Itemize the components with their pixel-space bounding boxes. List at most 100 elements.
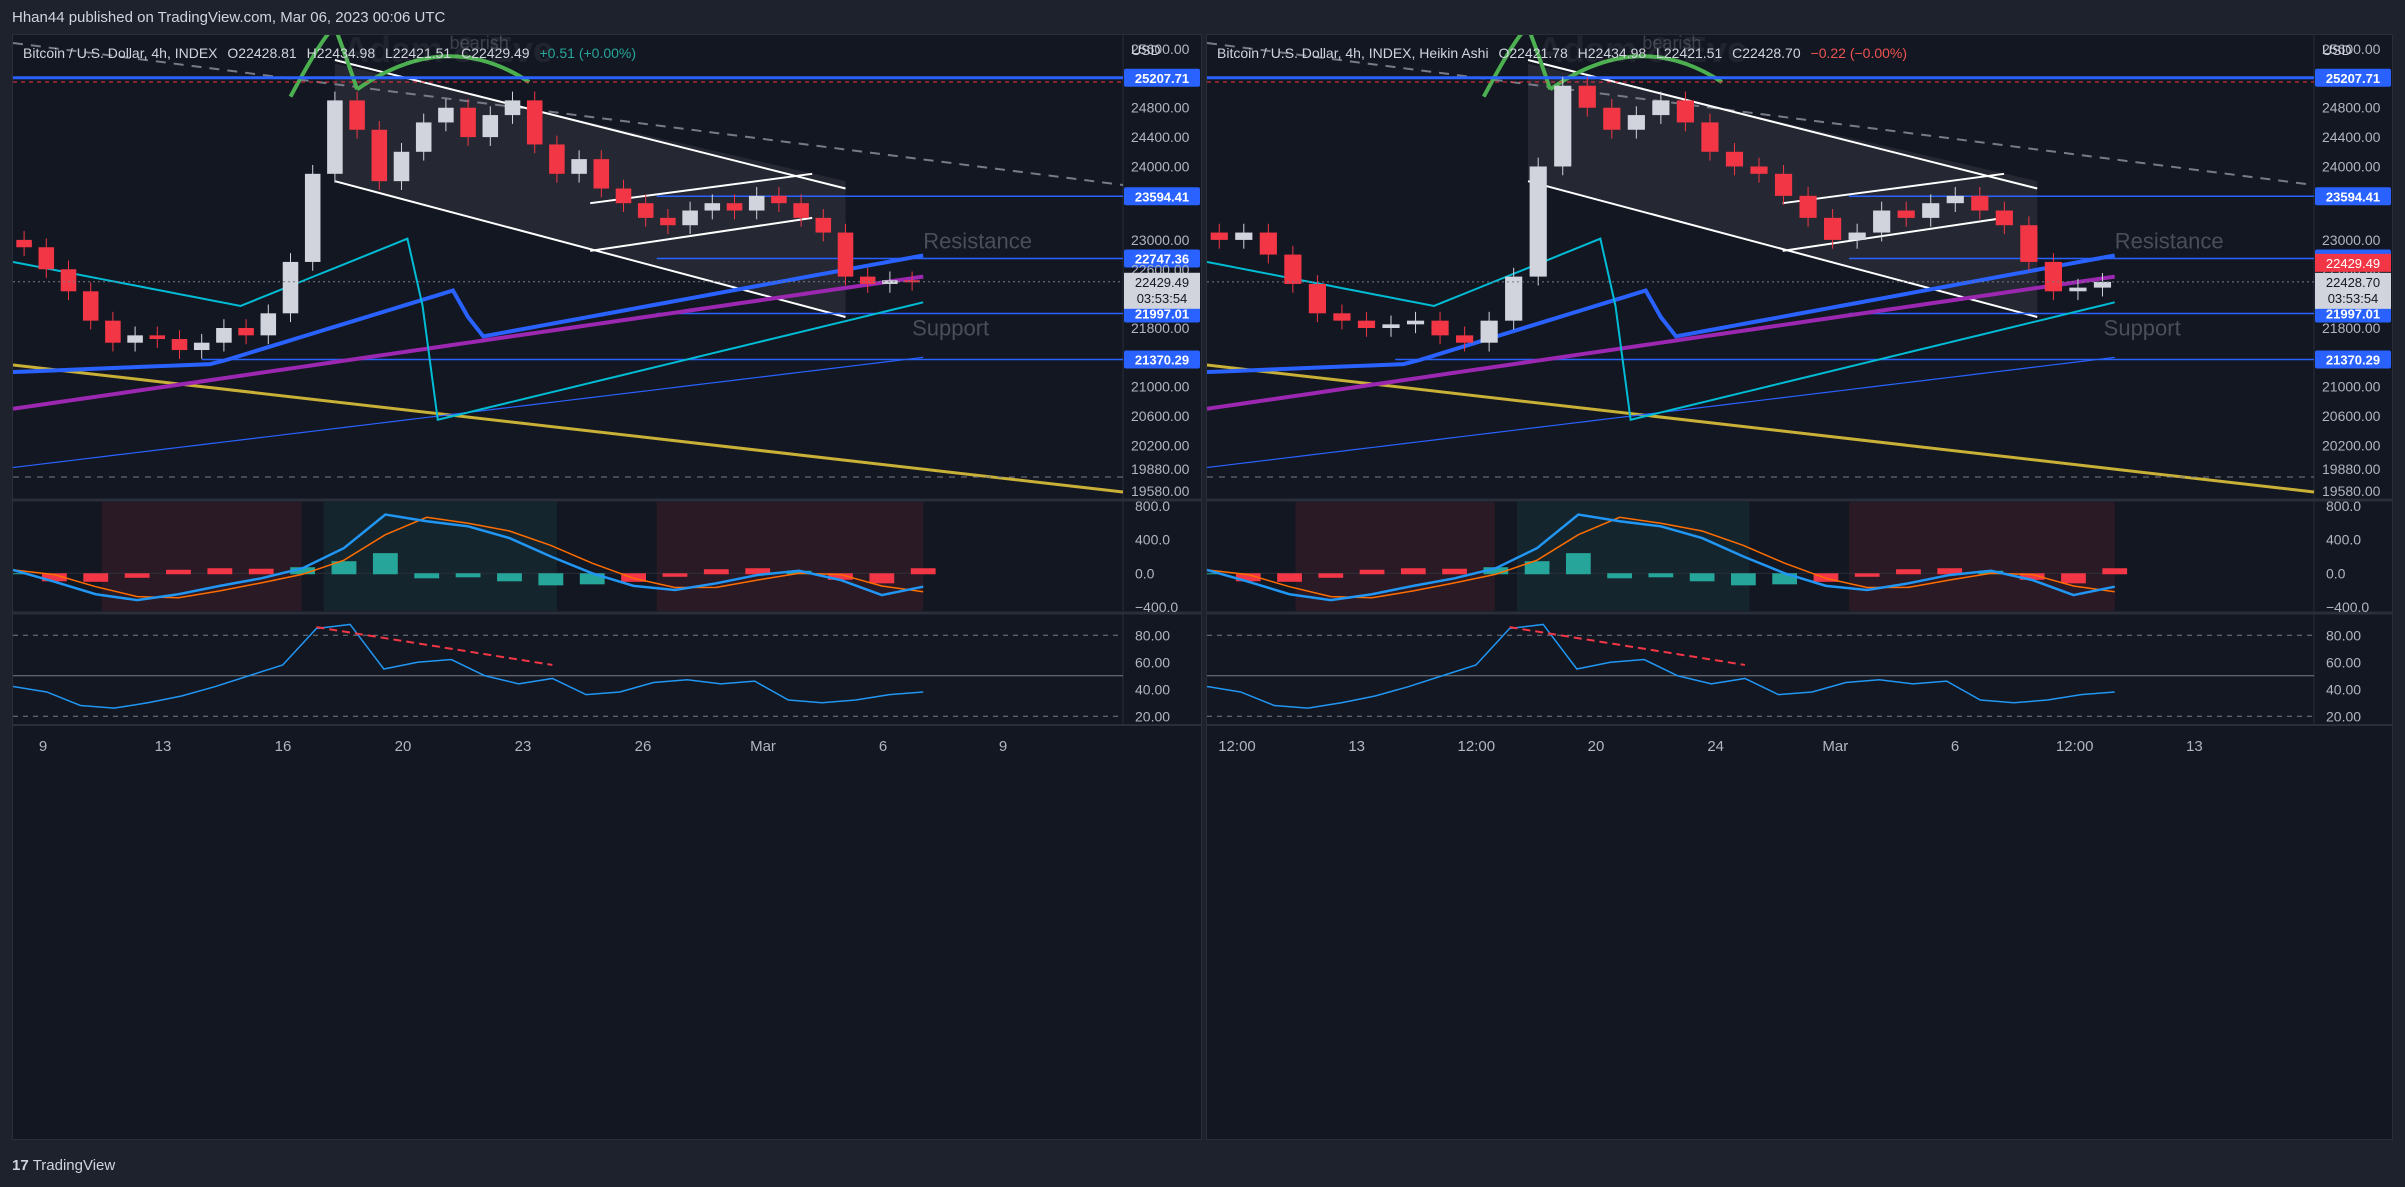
candle-body <box>1824 217 1842 240</box>
ohlc-high: H22434.98 <box>1577 45 1647 61</box>
candle-body <box>60 269 77 292</box>
candle-body <box>460 107 476 138</box>
candle-body <box>2069 287 2087 292</box>
time-tick: 13 <box>1348 738 1365 755</box>
macd-hist-bar <box>1648 573 1674 578</box>
level-tag: 25207.71 <box>1135 71 1189 86</box>
macd-hist-bar <box>166 569 191 575</box>
candle-body <box>859 276 876 284</box>
time-tick: 12:00 <box>1218 738 1256 755</box>
last-price-value: 22429.49 <box>1135 275 1189 290</box>
candle-body <box>1431 320 1449 336</box>
price-tick: 24400.00 <box>2322 129 2381 145</box>
macd-hist-bar <box>455 573 481 578</box>
price-tick: 21800.00 <box>1131 320 1190 336</box>
candle-body <box>2093 281 2112 288</box>
rsi-tick: 20.00 <box>2326 708 2361 724</box>
candle-body <box>1995 210 2013 226</box>
macd-tick: 800.0 <box>1135 498 1170 514</box>
publish-info: Hhan44 published on TradingView.com, Mar… <box>12 9 446 26</box>
macd-tick: −400.0 <box>1135 599 1178 615</box>
countdown: 03:53:54 <box>1137 291 1188 306</box>
price-tick: 19580.00 <box>2322 483 2381 499</box>
ohlc-change: +0.51 (+0.00%) <box>539 45 637 61</box>
ohlc-low: L22421.51 <box>1656 45 1723 61</box>
candle-body <box>149 335 166 340</box>
price-tick: 23000.00 <box>1131 232 1190 248</box>
candle-body <box>1308 283 1326 314</box>
price-tick: 20200.00 <box>1131 437 1190 453</box>
macd-tick: 400.0 <box>2326 532 2361 548</box>
chart-canvas-right[interactable]: bearish25207.7123594.4122747.3621997.012… <box>1207 35 2393 1140</box>
currency-label: USD <box>1131 42 1161 58</box>
support-label: Support <box>912 315 989 340</box>
support-label: Support <box>2104 315 2181 340</box>
rsi-tick: 80.00 <box>2326 627 2361 643</box>
macd-tick: 0.0 <box>1135 565 1155 581</box>
candle-body <box>304 173 321 262</box>
candle-body <box>1725 151 1744 167</box>
candle-body <box>1848 232 1866 240</box>
macd-hist-bar <box>910 568 936 575</box>
candle-body <box>171 339 188 351</box>
macd-hist-bar <box>538 573 564 586</box>
candle-body <box>704 203 721 211</box>
time-tick: 6 <box>879 738 887 755</box>
macd-tick: 0.0 <box>2326 565 2346 581</box>
price-tick: 24400.00 <box>1131 129 1190 145</box>
candle-body <box>127 335 143 343</box>
price-tick: 24800.00 <box>2322 100 2381 116</box>
candle-body <box>748 195 765 211</box>
candle-body <box>1554 85 1572 167</box>
chart-panel-right[interactable]: bearish25207.7123594.4122747.3621997.012… <box>1206 34 2393 1140</box>
currency-label: USD <box>2322 42 2352 58</box>
candle-body <box>637 203 654 218</box>
candle-body <box>1357 320 1376 329</box>
candle-body <box>593 159 610 189</box>
resistance-label: Resistance <box>923 229 1032 254</box>
candle-body <box>1382 324 1400 329</box>
chart-canvas-left[interactable]: bearish25207.7123594.4122747.3621997.012… <box>13 35 1202 1140</box>
ma-200 <box>1207 274 2116 411</box>
time-tick: 20 <box>1588 738 1605 755</box>
time-tick: 9 <box>999 738 1007 755</box>
symbol-title[interactable]: Bitcoin / U.S. Dollar, 4h, INDEX, Heikin… <box>1217 45 1489 61</box>
price-tick: 19880.00 <box>2322 461 2381 477</box>
macd-hist-bar <box>207 568 233 575</box>
candle-body <box>371 129 388 182</box>
macd-tick: 400.0 <box>1135 532 1170 548</box>
candle-body <box>16 239 32 248</box>
time-tick: 24 <box>1707 738 1724 755</box>
candle-body <box>82 291 99 321</box>
candle-body <box>1799 195 1817 218</box>
last-price-value: 22428.70 <box>2326 275 2380 290</box>
candle-body <box>1750 166 1768 174</box>
ohlc-change: −0.22 (−0.00%) <box>1810 45 1908 61</box>
macd-hist-bar <box>1565 553 1591 575</box>
price-tick: 19580.00 <box>1131 483 1190 499</box>
macd-hist-bar <box>1359 569 1385 575</box>
candle-body <box>1333 313 1351 321</box>
macd-hist-bar <box>1854 573 1880 577</box>
candle-body <box>327 100 343 174</box>
candle-body <box>393 151 410 182</box>
price-tick: 20600.00 <box>2322 408 2381 424</box>
symbol-title[interactable]: Bitcoin / U.S. Dollar, 4h, INDEX <box>23 45 218 61</box>
candle-body <box>1627 115 1645 130</box>
rsi-tick: 60.00 <box>2326 654 2361 670</box>
price-tick: 21000.00 <box>1131 379 1190 395</box>
rsi-line <box>13 623 924 709</box>
level-tag: 25207.71 <box>2326 71 2380 86</box>
tradingview-logo[interactable]: 17 TradingView <box>12 1157 115 1174</box>
candle-body <box>1603 107 1621 130</box>
tradingview-brand: TradingView <box>32 1157 116 1174</box>
chart-panel-left[interactable]: bearish 25207.71 23594.41 22747.36 21997.01 2… <box>12 34 1202 1140</box>
price-tick: 21800.00 <box>2322 320 2381 336</box>
candle-body <box>2044 261 2062 292</box>
candle-body <box>216 328 232 343</box>
candle-body <box>1946 195 1964 204</box>
candle-body <box>504 100 521 116</box>
candle-body <box>1578 85 1596 108</box>
time-tick: 9 <box>39 738 47 755</box>
level-tag: 21370.29 <box>2326 353 2380 368</box>
